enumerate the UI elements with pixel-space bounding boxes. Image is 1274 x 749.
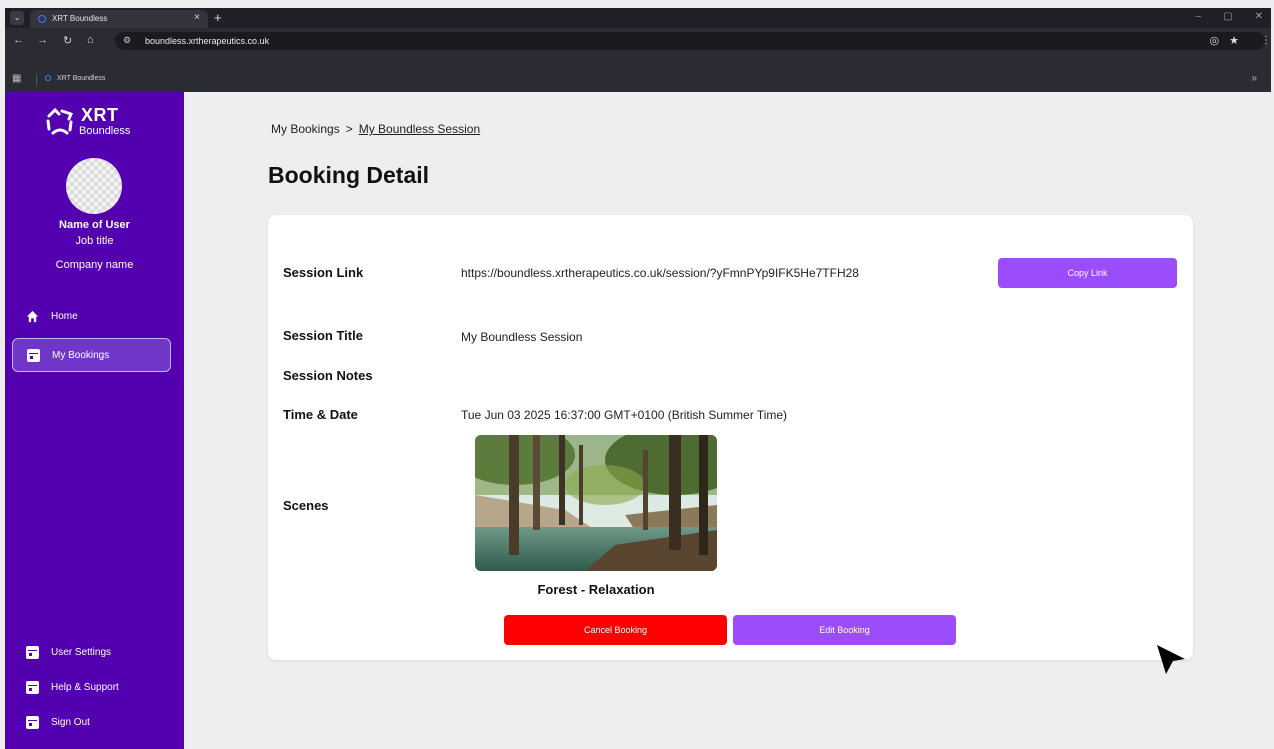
- home-icon: [26, 310, 39, 322]
- sidebar-item-sign-out[interactable]: Sign Out: [12, 705, 171, 739]
- avatar[interactable]: [66, 158, 122, 214]
- logo-subtext: Boundless: [79, 125, 131, 137]
- breadcrumb-separator: >: [345, 122, 353, 136]
- browser-tab[interactable]: XRT Boundless ×: [30, 10, 208, 28]
- tab-search-icon[interactable]: ⌄: [10, 11, 24, 25]
- browser-chrome: ⌄ XRT Boundless × + – ▢ ✕ ← → ↻ ⌂ ⚙ boun…: [5, 8, 1271, 92]
- window-controls: – ▢ ✕: [1196, 11, 1263, 22]
- tab-bar: ⌄ XRT Boundless × + – ▢ ✕: [5, 8, 1271, 28]
- reload-icon[interactable]: ↻: [63, 34, 72, 47]
- minimize-icon[interactable]: –: [1196, 11, 1202, 22]
- app-logo[interactable]: XRT Boundless: [45, 105, 145, 141]
- sidebar-item-label: User Settings: [51, 646, 112, 658]
- breadcrumb: My Bookings > My Boundless Session: [271, 122, 480, 136]
- session-title-value: My Boundless Session: [461, 330, 583, 344]
- xrt-logo-icon: [46, 107, 73, 135]
- apps-grid-icon[interactable]: ▦: [12, 73, 21, 84]
- tab-title: XRT Boundless: [52, 14, 108, 23]
- url-text[interactable]: boundless.xrtherapeutics.co.uk: [145, 36, 269, 46]
- time-date-value: Tue Jun 03 2025 16:37:00 GMT+0100 (Briti…: [461, 408, 788, 422]
- copy-link-button[interactable]: Copy Link: [998, 258, 1177, 288]
- breadcrumb-my-bookings[interactable]: My Bookings: [271, 122, 340, 136]
- home-browser-icon[interactable]: ⌂: [87, 34, 94, 46]
- session-notes-label: Session Notes: [283, 368, 373, 383]
- time-date-label: Time & Date: [283, 407, 358, 422]
- browser-menu-icon[interactable]: ⋮: [1261, 35, 1271, 46]
- tab-favicon-icon: [38, 15, 46, 23]
- bookmark-xrt-boundless[interactable]: XRT Boundless: [45, 75, 105, 82]
- sidebar-item-label: Sign Out: [51, 716, 90, 728]
- tab-close-icon[interactable]: ×: [194, 12, 200, 23]
- calendar-icon: [26, 645, 39, 659]
- forward-icon[interactable]: →: [37, 34, 48, 46]
- mouse-cursor-icon: [1157, 645, 1185, 674]
- site-info-icon[interactable]: ⚙: [123, 35, 131, 46]
- booking-detail-card: Session Link https://boundless.xrtherape…: [268, 215, 1193, 660]
- new-tab-button[interactable]: +: [214, 10, 222, 25]
- address-bar[interactable]: ⚙ boundless.xrtherapeutics.co.uk ◎ ★ ⋮: [115, 32, 1271, 50]
- scene-thumbnail[interactable]: [475, 435, 717, 571]
- address-bar-row: ← → ↻ ⌂ ⚙ boundless.xrtherapeutics.co.uk…: [5, 30, 1271, 52]
- edit-booking-button[interactable]: Edit Booking: [733, 615, 956, 645]
- scenes-label: Scenes: [283, 498, 329, 513]
- logo-text: XRT: [81, 105, 119, 125]
- restore-icon[interactable]: ▢: [1223, 11, 1232, 22]
- sidebar-item-label: Home: [51, 310, 78, 322]
- session-title-label: Session Title: [283, 328, 363, 343]
- user-job-title: Job title: [75, 235, 114, 247]
- bookmark-star-icon[interactable]: ★: [1229, 34, 1239, 47]
- sidebar-item-label: Help & Support: [51, 681, 119, 693]
- sidebar-item-user-settings[interactable]: User Settings: [12, 635, 171, 669]
- page-title: Booking Detail: [268, 162, 430, 188]
- user-name: Name of User: [59, 219, 130, 231]
- sidebar-item-help-support[interactable]: Help & Support: [12, 670, 171, 704]
- session-link-value[interactable]: https://boundless.xrtherapeutics.co.uk/s…: [461, 266, 859, 280]
- back-icon[interactable]: ←: [13, 34, 24, 46]
- sidebar-item-home[interactable]: Home: [12, 299, 171, 333]
- breadcrumb-current[interactable]: My Boundless Session: [359, 122, 480, 136]
- bookmarks-overflow-icon[interactable]: »: [1251, 73, 1257, 84]
- cancel-booking-button[interactable]: Cancel Booking: [504, 615, 727, 645]
- sidebar: XRT Boundless Name of User Job title Com…: [5, 92, 184, 749]
- sidebar-item-my-bookings[interactable]: My Bookings: [12, 338, 171, 372]
- close-window-icon[interactable]: ✕: [1255, 11, 1263, 22]
- calendar-icon: [27, 348, 40, 362]
- bookmark-favicon-icon: [45, 75, 51, 81]
- eye-off-icon[interactable]: ◎: [1210, 34, 1220, 47]
- calendar-icon: [26, 715, 39, 729]
- user-company: Company name: [55, 259, 134, 271]
- scene-name: Forest - Relaxation: [537, 582, 655, 597]
- session-link-label: Session Link: [283, 265, 364, 280]
- bookmarks-bar: ▦ XRT Boundless »: [5, 70, 1271, 92]
- sidebar-item-label: My Bookings: [52, 349, 110, 361]
- forest-scene-image: [475, 435, 717, 571]
- bookmarks-divider: [36, 74, 37, 86]
- bookmark-label: XRT Boundless: [57, 75, 106, 82]
- calendar-icon: [26, 680, 39, 694]
